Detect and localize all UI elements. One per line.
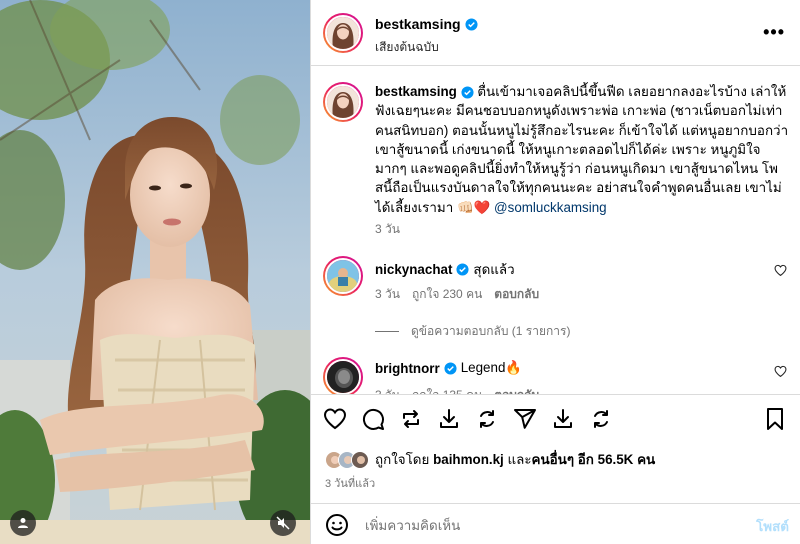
post-media[interactable] <box>0 0 310 544</box>
caption-timestamp[interactable]: 3 วัน <box>375 220 400 239</box>
verified-icon <box>456 263 469 276</box>
author-username-text[interactable]: bestkamsing <box>375 16 461 32</box>
caption-body: ตื่นเข้ามาเจอคลิปนี้ขึ้นฟีด เลยอยากลงอะไ… <box>375 84 789 215</box>
action-buttons <box>323 407 613 433</box>
author-username[interactable]: bestkamsing <box>375 16 478 32</box>
caption-text: bestkamsing ตื่นเข้ามาเจอคลิปนี้ขึ้นฟีด … <box>375 82 789 217</box>
likes-count[interactable]: คนอื่นๆ อีก 56.5K คน <box>532 449 656 470</box>
comment-line: brightnorr Legend🔥 <box>375 360 522 376</box>
view-replies-label[interactable]: ดูข้อความตอบกลับ (1 รายการ) <box>411 322 570 341</box>
post-header: bestkamsing เสียงต้นฉบับ ••• <box>311 0 800 66</box>
user-tag-icon <box>18 518 28 528</box>
comment-line: nickynachat สุดแล้ว <box>375 259 515 280</box>
comment-text: Legend🔥 <box>460 360 523 375</box>
caption-mention-link[interactable]: @somluckkamsing <box>494 200 607 215</box>
verified-icon <box>444 361 457 375</box>
bookmark-icon[interactable] <box>763 407 787 431</box>
add-comment-bar: โพสต์ <box>311 503 800 544</box>
more-options-icon[interactable]: ••• <box>763 22 785 43</box>
mute-icon <box>276 516 290 530</box>
post-actions: ถูกใจโดย baihmon.kj และ คนอื่นๆ อีก 56.5… <box>311 394 800 544</box>
commenter-avatar[interactable] <box>323 256 363 296</box>
likes-middle: และ <box>507 452 532 467</box>
comment-item: nickynachat สุดแล้ว 3 วัน ถูกใจ 230 คน ต… <box>323 256 789 301</box>
post-comment-button[interactable]: โพสต์ <box>756 516 789 537</box>
caption-username[interactable]: bestkamsing <box>375 84 457 99</box>
original-audio-link[interactable]: เสียงต้นฉบับ <box>375 38 439 57</box>
comment-icon[interactable] <box>361 407 385 431</box>
share-icon[interactable] <box>513 407 537 431</box>
post-timestamp[interactable]: 3 วันที่แล้ว <box>325 474 375 492</box>
heart-icon[interactable] <box>774 365 787 378</box>
divider-line <box>375 331 399 332</box>
commenter-username[interactable]: brightnorr <box>375 361 440 376</box>
sync-icon[interactable] <box>475 407 499 431</box>
post-details: bestkamsing เสียงต้นฉบับ ••• bestkamsing… <box>310 0 800 544</box>
liker-username[interactable]: baihmon.kj <box>433 452 504 467</box>
caption-author-avatar[interactable] <box>323 82 363 122</box>
tagged-users-button[interactable] <box>10 510 36 536</box>
heart-icon[interactable] <box>774 264 787 277</box>
verified-icon <box>461 86 474 99</box>
reply-button[interactable]: ตอบกลับ <box>494 285 539 304</box>
post-modal: bestkamsing เสียงต้นฉบับ ••• bestkamsing… <box>0 0 800 544</box>
liker-avatars <box>325 450 369 469</box>
sync-icon[interactable] <box>589 407 613 431</box>
author-avatar[interactable] <box>323 13 363 53</box>
liker-avatar <box>351 450 369 469</box>
download-icon[interactable] <box>551 407 575 431</box>
commenter-avatar[interactable] <box>323 357 363 397</box>
comment-meta: 3 วัน ถูกใจ 230 คน ตอบกลับ <box>375 285 539 304</box>
emoji-icon[interactable] <box>325 513 349 537</box>
mute-button[interactable] <box>270 510 296 536</box>
commenter-username[interactable]: nickynachat <box>375 262 452 277</box>
heart-icon[interactable] <box>323 407 347 431</box>
likes-summary: ถูกใจโดย baihmon.kj และ คนอื่นๆ อีก 56.5… <box>325 449 655 470</box>
likes-prefix: ถูกใจโดย <box>375 452 430 467</box>
verified-icon <box>465 17 478 31</box>
comment-timestamp[interactable]: 3 วัน <box>375 285 400 304</box>
comment-input[interactable] <box>365 515 725 535</box>
download-icon[interactable] <box>437 407 461 431</box>
comment-likes[interactable]: ถูกใจ 230 คน <box>412 285 482 304</box>
post-photo <box>0 0 310 544</box>
comment-text: สุดแล้ว <box>473 262 515 277</box>
repost-icon[interactable] <box>399 407 423 431</box>
view-replies-button[interactable]: ดูข้อความตอบกลับ (1 รายการ) <box>375 322 570 341</box>
